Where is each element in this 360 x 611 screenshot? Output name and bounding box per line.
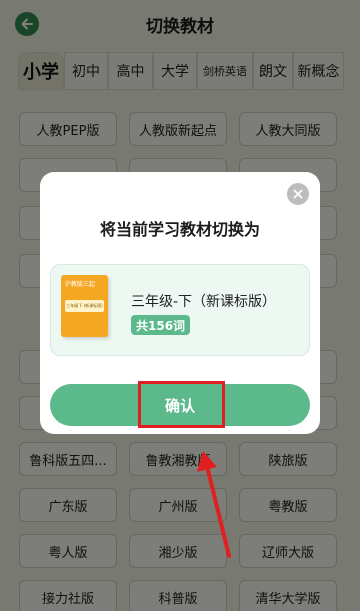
cover-title: 沪教版三起 bbox=[65, 281, 96, 288]
close-button[interactable] bbox=[287, 183, 309, 205]
close-icon bbox=[293, 189, 303, 199]
dialog-title: 将当前学习教材切换为 bbox=[99, 220, 260, 239]
book-cover-image: 沪教版三起 三年级下 (新课标版) bbox=[61, 275, 108, 337]
selected-book-card: 沪教版三起 三年级下 (新课标版) 三年级-下（新课标版） 共156词 bbox=[50, 264, 310, 356]
cover-label: 三年级下 (新课标版) bbox=[65, 300, 104, 312]
highlight-box bbox=[138, 381, 225, 428]
word-count-badge: 共156词 bbox=[131, 315, 191, 335]
book-name: 三年级-下（新课标版） bbox=[131, 294, 277, 310]
